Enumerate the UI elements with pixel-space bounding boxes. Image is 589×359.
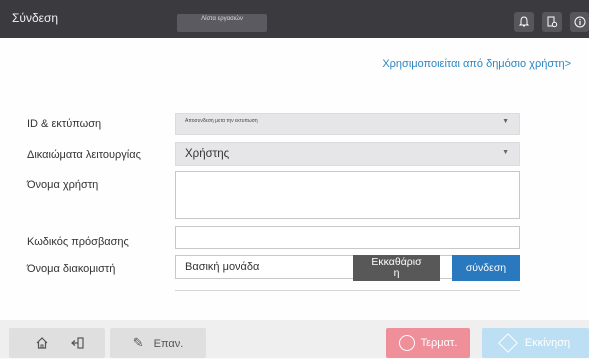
reset-button-label: Επαν. <box>153 338 184 350</box>
public-user-link[interactable]: Χρησιμοποιείται από δημόσιο χρήστη> <box>382 58 571 70</box>
server-name-label: Όνομα διακομιστή <box>27 263 116 275</box>
id-print-value: Αποσυνδεση μετα την εκτυπωση <box>185 118 258 124</box>
clear-button[interactable]: Εκκαθάρισ η <box>353 255 440 281</box>
id-print-select[interactable]: Αποσυνδεση μετα την εκτυπωση ▼ <box>175 113 520 135</box>
username-label: Όνομα χρήστη <box>27 179 99 191</box>
username-field[interactable] <box>175 171 520 219</box>
pencil-icon: ✎ <box>132 335 144 350</box>
info-icon[interactable] <box>570 12 589 32</box>
clear-button-label: Εκκαθάρισ η <box>371 256 422 279</box>
start-icon <box>497 333 518 353</box>
password-field[interactable] <box>175 226 520 249</box>
screen-title: Σύνδεση <box>12 11 59 25</box>
login-button[interactable]: σύνδεση <box>452 255 520 281</box>
chevron-down-icon: ▼ <box>502 149 509 156</box>
server-name-value: Βασική μονάδα <box>185 261 260 273</box>
home-icon <box>35 328 49 358</box>
reset-button[interactable]: ✎ Επαν. <box>110 328 206 358</box>
stop-button-label: Τερματ. <box>420 337 458 349</box>
exit-icon[interactable] <box>71 328 85 358</box>
bell-icon[interactable] <box>514 12 534 32</box>
job-list-button[interactable]: Λίστα εργασιών <box>177 14 267 32</box>
function-rights-label: Δικαιώματα λειτουργίας <box>27 149 141 161</box>
start-button-label: Εκκίνηση <box>524 337 571 349</box>
divider <box>175 290 520 291</box>
function-rights-value: Χρήστης <box>185 148 230 160</box>
chevron-down-icon: ▼ <box>502 118 509 125</box>
home-button[interactable] <box>9 328 105 358</box>
function-rights-select[interactable]: Χρήστης ▼ <box>175 142 520 166</box>
start-button[interactable]: Εκκίνηση <box>482 328 589 358</box>
password-label: Κωδικός πρόσβασης <box>27 236 129 248</box>
top-bar: Σύνδεση Λίστα εργασιών <box>0 0 589 38</box>
device-settings-icon[interactable] <box>542 12 562 32</box>
bottom-bar: ✎ Επαν. Τερματ. Εκκίνηση <box>0 320 589 358</box>
stop-icon <box>398 335 415 352</box>
id-print-label: ID & εκτύπωση <box>27 118 102 130</box>
stop-button[interactable]: Τερματ. <box>386 328 470 358</box>
